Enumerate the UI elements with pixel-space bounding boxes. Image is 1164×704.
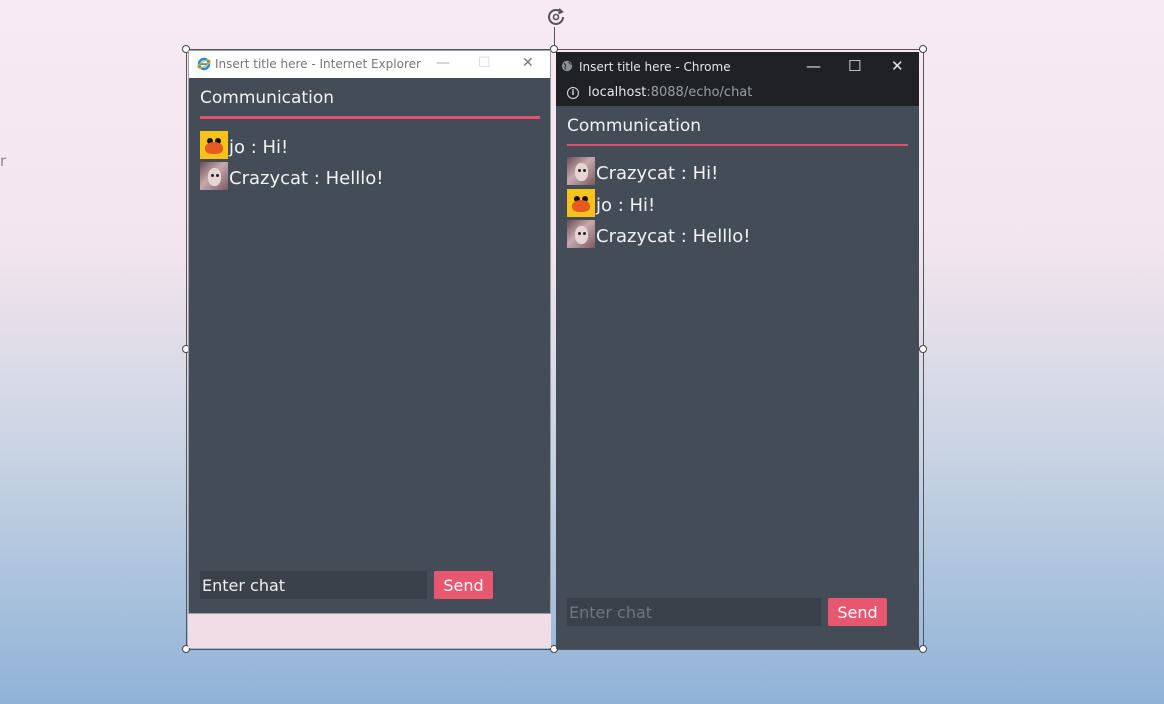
globe-icon — [561, 60, 573, 72]
ie-page-title: Communication — [200, 88, 334, 108]
message-text: jo : Hi! — [596, 195, 656, 216]
chrome-message-2: jo : Hi! — [567, 187, 655, 217]
duck-avatar — [567, 189, 595, 217]
url-host: localhost — [588, 85, 647, 100]
chrome-title-divider — [567, 144, 908, 146]
ie-send-button[interactable]: Send — [434, 571, 493, 599]
chrome-chat-input[interactable] — [567, 598, 821, 626]
ie-maximize-button[interactable]: ☐ — [478, 55, 491, 71]
message-text: jo : Hi! — [229, 137, 289, 158]
chrome-maximize-button[interactable]: ☐ — [848, 57, 861, 75]
message-text: Crazycat : Helllo! — [596, 226, 751, 247]
info-icon[interactable]: i — [567, 87, 579, 99]
ie-message-2: Crazycat : Helllo! — [200, 160, 383, 190]
cat-avatar — [200, 162, 228, 190]
ie-close-button[interactable]: ✕ — [522, 55, 534, 71]
ie-chat-input[interactable] — [200, 571, 427, 599]
cat-avatar — [567, 220, 595, 248]
resize-handle-top-right[interactable] — [919, 45, 927, 53]
resize-handle-middle-right[interactable] — [919, 345, 927, 353]
url-path: :8088/echo/chat — [646, 85, 753, 100]
ie-title-divider — [200, 116, 540, 119]
ie-window-title: Insert title here - Internet Explorer — [215, 57, 421, 71]
ie-message-1: jo : Hi! — [200, 129, 288, 159]
ie-titlebar[interactable]: Insert title here - Internet Explorer — … — [189, 51, 550, 78]
rotate-handle-icon[interactable] — [545, 5, 569, 29]
image-background-strip — [188, 614, 551, 648]
chrome-close-button[interactable]: ✕ — [891, 57, 904, 75]
message-text: Crazycat : Helllo! — [229, 168, 384, 189]
chrome-minimize-button[interactable]: — — [806, 57, 821, 75]
chrome-titlebar[interactable]: Insert title here - Chrome — ☐ ✕ — [556, 52, 919, 81]
stray-text: r — [0, 152, 7, 170]
ie-window: Insert title here - Internet Explorer — … — [188, 50, 551, 614]
chrome-page-title: Communication — [567, 116, 701, 136]
ie-logo-icon — [197, 57, 211, 71]
chrome-message-1: Crazycat : Hi! — [567, 155, 718, 185]
chrome-window: Insert title here - Chrome — ☐ ✕ i local… — [556, 52, 919, 649]
resize-handle-bottom-right[interactable] — [919, 645, 927, 653]
message-text: Crazycat : Hi! — [596, 163, 719, 184]
ie-minimize-button[interactable]: — — [436, 55, 450, 71]
url-text[interactable]: localhost:8088/echo/chat — [588, 85, 752, 100]
duck-avatar — [200, 131, 228, 159]
chrome-address-bar[interactable]: i localhost:8088/echo/chat — [556, 81, 919, 106]
chrome-send-button[interactable]: Send — [828, 598, 887, 626]
chrome-window-title: Insert title here - Chrome — [579, 60, 731, 74]
chrome-message-3: Crazycat : Helllo! — [567, 218, 750, 248]
cat-avatar — [567, 157, 595, 185]
